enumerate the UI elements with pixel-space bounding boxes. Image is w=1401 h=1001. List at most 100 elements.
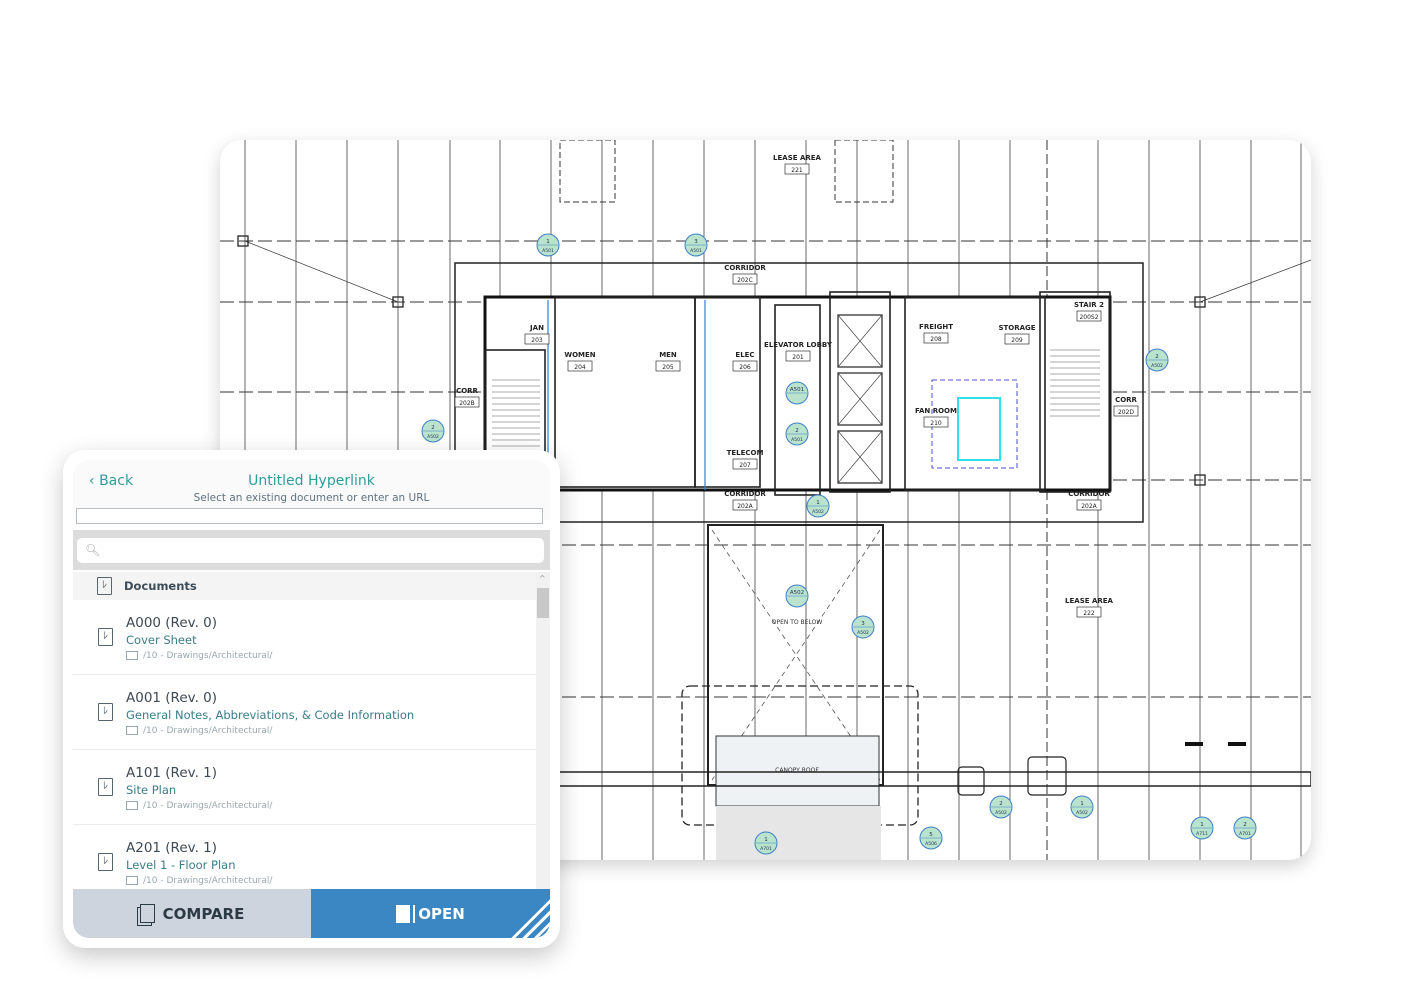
room-label: TELECOM	[727, 449, 764, 457]
callout-number: A502	[790, 590, 804, 596]
room-label: CORRIDOR	[1068, 490, 1110, 498]
search-icon: 🔍︎	[85, 543, 101, 557]
document-path: /10 - Drawings/Architectural/	[143, 801, 273, 811]
folder-icon	[126, 876, 138, 885]
room-label: ELEVATOR LOBBY	[764, 341, 833, 349]
room-number: 204	[574, 364, 586, 371]
room-number: 203	[531, 337, 543, 344]
scroll-up-icon[interactable]: ^	[539, 574, 546, 583]
callout-number: 2	[999, 801, 1003, 807]
room-number: 202A	[1081, 503, 1097, 510]
room-number: 205	[662, 364, 674, 371]
callout-number: 1	[546, 239, 550, 245]
room-number: 206	[739, 364, 751, 371]
callout-number: 2	[1243, 822, 1247, 828]
callout-sheet: A501	[791, 437, 803, 443]
room-number: 200S2	[1079, 314, 1098, 321]
callout-sheet: A502	[995, 810, 1007, 816]
callout-number: 1	[1200, 822, 1204, 828]
document-row[interactable]: ﾚ A101 (Rev. 1) Site Plan /10 - Drawings…	[73, 750, 536, 825]
room-label: MEN	[659, 351, 677, 359]
callout-number: 1	[1080, 801, 1084, 807]
callout-number: 2	[431, 425, 435, 431]
room-label: FREIGHT	[919, 323, 953, 331]
room-label: CORR	[456, 387, 478, 395]
room-label: CORRIDOR	[724, 490, 766, 498]
callout-sheet: A701	[760, 846, 772, 852]
callout-number: 1	[816, 500, 820, 506]
room-number: 208	[930, 336, 942, 343]
room-label: LEASE AREA	[773, 154, 822, 162]
grid-line	[244, 240, 399, 303]
dialog-title: Untitled Hyperlink	[248, 473, 375, 489]
callout-number: 2	[1155, 354, 1159, 360]
callout-sheet: A502	[812, 509, 824, 515]
grid-line	[1199, 259, 1311, 303]
document-list: ﾚ Documents ﾚ A000 (Rev. 0) Cover Sheet …	[73, 570, 550, 898]
pdf-icon: ﾚ	[98, 853, 113, 871]
pdf-icon: ﾚ	[98, 628, 113, 646]
room-label: ELEC	[735, 351, 754, 359]
document-row[interactable]: ﾚ A001 (Rev. 0) General Notes, Abbreviat…	[73, 675, 536, 750]
search-field[interactable]: 🔍︎	[77, 538, 544, 563]
callout-sheet: A502	[1151, 363, 1163, 369]
room-label: STAIR 2	[1074, 301, 1104, 309]
document-description: General Notes, Abbreviations, & Code Inf…	[126, 708, 415, 722]
search-bar: 🔍︎	[73, 530, 550, 570]
room-number: 209	[1011, 337, 1023, 344]
folder-icon	[126, 801, 138, 810]
document-path: /10 - Drawings/Architectural/	[143, 726, 273, 736]
document-name: A001 (Rev. 0)	[126, 690, 218, 706]
room-label: CORR	[1115, 396, 1137, 404]
open-door-icon	[396, 904, 411, 923]
callout-number: 3	[861, 621, 865, 627]
document-name: A201 (Rev. 1)	[126, 840, 218, 856]
room-label: CORRIDOR	[724, 264, 766, 272]
room-number: 221	[791, 167, 803, 174]
room-label: LEASE AREA	[1065, 597, 1114, 605]
room-label: JAN	[529, 324, 544, 332]
document-row[interactable]: ﾚ A201 (Rev. 1) Level 1 - Floor Plan /10…	[73, 825, 536, 898]
document-description: Site Plan	[126, 783, 177, 797]
room-label: WOMEN	[564, 351, 595, 359]
room-number: 202D	[1118, 409, 1134, 416]
room-number: 202A	[737, 503, 753, 510]
search-input[interactable]	[105, 541, 529, 561]
callout-number: A501	[790, 387, 804, 393]
room-label: STORAGE	[998, 324, 1035, 332]
scrollbar-thumb[interactable]	[537, 588, 549, 618]
callout-number: 2	[795, 428, 799, 434]
room-number: 207	[739, 462, 751, 469]
document-path: /10 - Drawings/Architectural/	[143, 876, 273, 886]
callout-sheet: A501	[690, 248, 702, 254]
room-number: 210	[930, 420, 942, 427]
plan-note: CANOPY ROOF	[775, 767, 819, 774]
section-label: Documents	[124, 579, 197, 593]
compare-icon	[139, 904, 155, 923]
open-label: OPEN	[418, 904, 465, 923]
url-input[interactable]	[76, 508, 543, 524]
document-description: Cover Sheet	[126, 633, 197, 647]
callout-number: 5	[929, 832, 933, 838]
callout-number: 1	[764, 837, 768, 843]
section-mark	[1185, 742, 1203, 746]
stair-above	[559, 140, 616, 203]
room-number: 202B	[459, 400, 475, 407]
column	[957, 766, 985, 796]
callout-sheet: A501	[542, 248, 554, 254]
section-mark	[1228, 742, 1246, 746]
callout-sheet: A701	[1239, 831, 1251, 837]
dialog-header: ‹ Back Untitled Hyperlink Select an exis…	[73, 460, 550, 524]
hyperlink-dialog: ‹ Back Untitled Hyperlink Select an exis…	[63, 450, 560, 948]
document-name: A000 (Rev. 0)	[126, 615, 218, 631]
callout-sheet: A506	[925, 841, 937, 847]
pdf-icon: ﾚ	[98, 778, 113, 796]
open-button[interactable]: OPEN	[311, 889, 550, 938]
folder-icon	[126, 726, 138, 735]
callout-sheet: A502	[427, 434, 439, 440]
document-row[interactable]: ﾚ A000 (Rev. 0) Cover Sheet /10 - Drawin…	[73, 600, 536, 675]
scrollbar[interactable]: ^ v	[536, 572, 550, 898]
pdf-icon: ﾚ	[98, 703, 113, 721]
compare-button[interactable]: COMPARE	[73, 889, 311, 938]
walkway	[716, 806, 881, 860]
